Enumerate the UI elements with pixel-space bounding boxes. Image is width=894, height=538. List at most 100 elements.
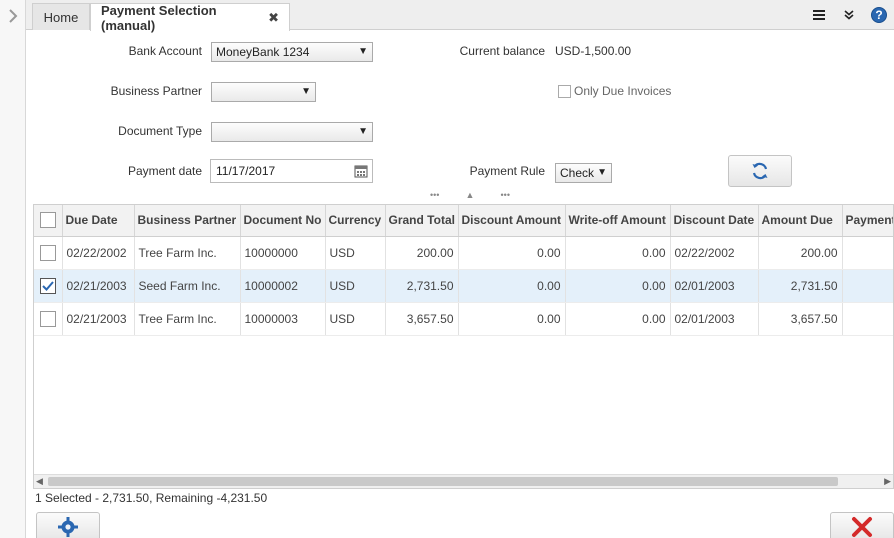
cell-discount-date: 02/01/2003 [670,302,759,336]
cell-payment-amount[interactable] [842,236,893,270]
cell-amount-due: 200.00 [758,236,843,270]
cell-business-partner: Tree Farm Inc. [134,302,241,336]
panel-splitter[interactable]: ••• ▲ ••• [430,190,510,200]
table-row[interactable]: 02/22/2002 Tree Farm Inc. 10000000 USD 2… [34,236,893,270]
invoice-grid: Due Date Business Partner Document No Cu… [33,204,894,489]
only-due-invoices-checkbox[interactable] [558,84,571,98]
expand-rail-toggle[interactable] [5,6,21,26]
col-header[interactable]: Discount Date [670,205,759,237]
bank-account-select[interactable]: MoneyBank 1234 ▼ [211,42,373,62]
collapse-button[interactable] [834,0,864,30]
col-header[interactable]: Due Date [62,205,135,237]
cell-write-off-amount: 0.00 [565,236,671,270]
select-all-header [34,205,63,237]
splitter-handle-left: ••• [430,190,440,200]
horizontal-scrollbar[interactable]: ◀ ▶ [34,474,893,488]
col-header[interactable]: Business Partner [134,205,241,237]
dropdown-arrow-icon: ▼ [358,46,368,57]
row-checkbox[interactable] [39,244,56,261]
col-header[interactable]: Payment A [842,205,893,237]
only-due-invoices-field: Only Due Invoices [558,84,671,98]
only-due-invoices-label: Only Due Invoices [574,84,672,98]
row-select-cell [34,302,63,336]
cell-payment-amount[interactable]: 3 [842,302,893,336]
payment-rule-value: Check [560,166,595,180]
cell-discount-amount: 0.00 [458,302,566,336]
app-window: Home Payment Selection (manual) ✖ ? Bank… [0,0,894,538]
cell-due-date: 02/21/2003 [62,269,135,303]
process-button[interactable] [36,512,100,538]
col-header[interactable]: Discount Amount [458,205,566,237]
tab-tools: ? [804,0,894,30]
checkmark-icon [42,280,54,291]
document-type-select[interactable]: ▼ [211,122,373,142]
cell-payment-amount[interactable]: 2 [842,269,893,303]
payment-rule-select[interactable]: Check ▼ [555,163,612,183]
close-icon [852,517,872,537]
cancel-button[interactable] [830,512,894,538]
cell-due-date: 02/21/2003 [62,302,135,336]
row-checkbox[interactable] [39,310,56,327]
bank-account-label: Bank Account [128,44,202,58]
current-balance-label: Current balance [459,44,545,58]
tab-list-button[interactable] [804,0,834,30]
cell-discount-amount: 0.00 [458,236,566,270]
cell-discount-amount: 0.00 [458,269,566,303]
col-header[interactable]: Currency [325,205,386,237]
tab-home-label: Home [43,9,79,25]
close-tab-icon[interactable]: ✖ [268,10,279,26]
dropdown-arrow-icon: ▼ [358,126,368,137]
menu-icon [813,10,825,20]
cell-write-off-amount: 0.00 [565,302,671,336]
table-row[interactable]: 02/21/2003 Seed Farm Inc. 10000002 USD 2… [34,269,893,303]
refresh-icon [752,162,768,180]
selection-status: 1 Selected - 2,731.50, Remaining -4,231.… [35,491,268,505]
col-header[interactable]: Amount Due [758,205,843,237]
current-balance-value: USD-1,500.00 [555,44,632,58]
table-row[interactable]: 02/21/2003 Tree Farm Inc. 10000003 USD 3… [34,302,893,336]
business-partner-select[interactable]: ▼ [211,82,316,102]
help-button[interactable]: ? [864,0,894,30]
tab-payment-selection[interactable]: Payment Selection (manual) ✖ [90,2,290,33]
cell-document-no: 10000003 [240,302,326,336]
cell-write-off-amount: 0.00 [565,269,671,303]
dropdown-arrow-icon: ▼ [301,86,311,97]
tab-bar: Home Payment Selection (manual) ✖ ? [26,0,894,33]
refresh-button[interactable] [728,155,792,187]
cell-document-no: 10000002 [240,269,326,303]
col-header[interactable]: Document No [240,205,326,237]
calendar-icon [354,165,367,178]
payment-date-input[interactable] [210,159,350,183]
tab-home[interactable]: Home [32,3,90,30]
scroll-left-icon[interactable]: ◀ [36,476,43,487]
cell-currency: USD [325,236,386,270]
cell-grand-total: 200.00 [385,236,459,270]
left-rail [0,0,26,538]
col-header[interactable]: Grand Total [385,205,459,237]
scrollbar-thumb[interactable] [48,477,838,486]
cell-grand-total: 3,657.50 [385,302,459,336]
splitter-handle-right: ••• [500,190,510,200]
row-checkbox[interactable] [39,277,56,294]
grid-header-row: Due Date Business Partner Document No Cu… [34,205,893,237]
cell-business-partner: Tree Farm Inc. [134,236,241,270]
cell-due-date: 02/22/2002 [62,236,135,270]
col-header[interactable]: Write-off Amount [565,205,671,237]
select-all-checkbox[interactable] [39,212,56,229]
tab-payment-selection-label: Payment Selection (manual) [101,2,217,33]
payment-date-label: Payment date [127,164,202,178]
business-partner-label: Business Partner [110,84,202,98]
calendar-button[interactable] [349,159,373,183]
double-chevron-down-icon [844,10,854,20]
cell-currency: USD [325,269,386,303]
cell-document-no: 10000000 [240,236,326,270]
gear-icon [58,517,78,537]
chevron-right-icon [9,9,18,23]
document-type-label: Document Type [118,124,202,138]
cell-amount-due: 3,657.50 [758,302,843,336]
cell-currency: USD [325,302,386,336]
help-icon: ? [871,7,887,23]
scroll-right-icon[interactable]: ▶ [884,476,891,487]
collapse-up-icon: ▲ [465,190,475,200]
bank-account-value: MoneyBank 1234 [216,45,310,59]
